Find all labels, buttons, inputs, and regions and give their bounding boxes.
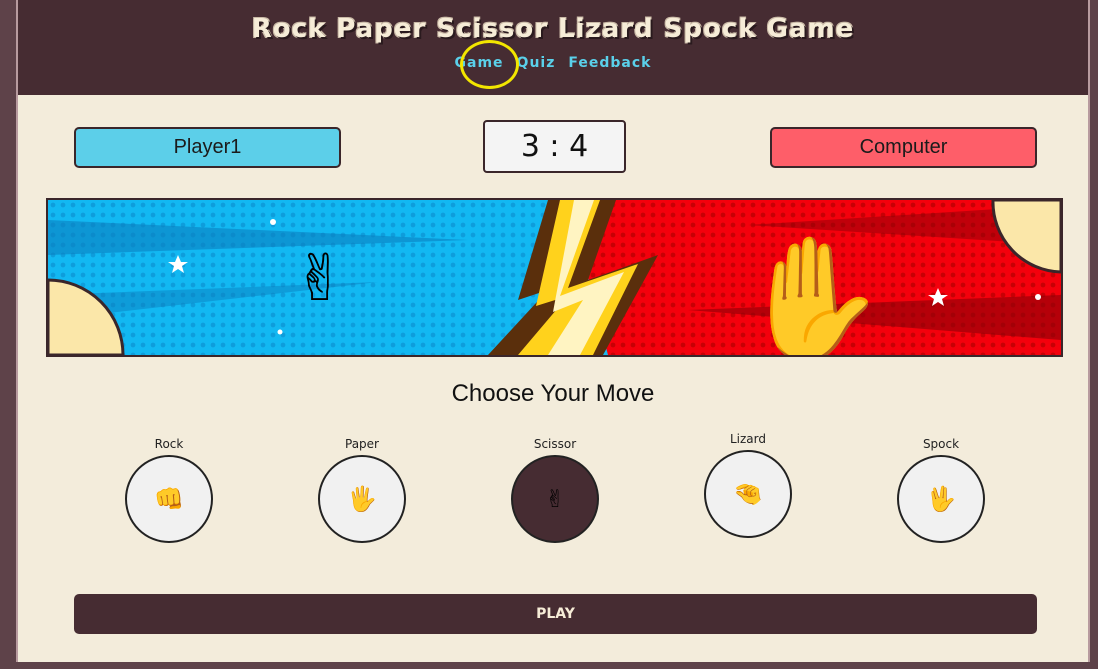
move-paper-label: Paper: [345, 437, 379, 451]
fist-icon: 👊: [154, 485, 184, 513]
page-title: Rock Paper Scissor Lizard Spock Game: [251, 14, 855, 44]
move-rock-label: Rock: [154, 437, 184, 451]
choose-move-heading: Choose Your Move: [451, 380, 655, 407]
scissor-button[interactable]: ✌: [511, 455, 599, 543]
spock-button[interactable]: 🖖: [897, 455, 985, 543]
move-scissor[interactable]: Scissor ✌: [510, 437, 600, 543]
score-display: 3 : 4: [483, 120, 626, 173]
victory-hand-icon: ✌: [544, 485, 566, 513]
pinching-hand-icon: 🤏: [733, 480, 763, 508]
play-button[interactable]: PLAY: [74, 594, 1037, 634]
nav-link-quiz[interactable]: Quiz: [517, 55, 556, 71]
move-lizard-label: Lizard: [729, 432, 766, 446]
lizard-button[interactable]: 🤏: [704, 450, 792, 538]
move-lizard[interactable]: Lizard 🤏: [703, 432, 793, 538]
move-spock-label: Spock: [922, 437, 960, 451]
computer-hand-icon: ✋: [738, 230, 887, 355]
player-label: Player1: [74, 127, 341, 168]
header: Rock Paper Scissor Lizard Spock Game Gam…: [18, 0, 1088, 95]
move-scissor-label: Scissor: [533, 437, 577, 451]
open-hand-icon: 🖐: [347, 485, 377, 513]
paper-button[interactable]: 🖐: [318, 455, 406, 543]
vulcan-salute-icon: 🖖: [926, 485, 956, 513]
nav-bar: Game Quiz Feedback: [18, 55, 1088, 71]
player-hand-icon: ✌: [293, 242, 347, 316]
computer-label: Computer: [770, 127, 1037, 168]
page-frame: Rock Paper Scissor Lizard Spock Game Gam…: [16, 0, 1090, 662]
move-rock[interactable]: Rock 👊: [124, 437, 214, 543]
move-paper[interactable]: Paper 🖐: [317, 437, 407, 543]
nav-link-feedback[interactable]: Feedback: [568, 55, 651, 71]
highlight-circle: [460, 40, 519, 89]
scoreboard: Player1 3 : 4 Computer: [18, 120, 1088, 175]
battle-banner: ✌ ✋: [46, 198, 1063, 357]
rock-button[interactable]: 👊: [125, 455, 213, 543]
move-spock[interactable]: Spock 🖖: [896, 437, 986, 543]
